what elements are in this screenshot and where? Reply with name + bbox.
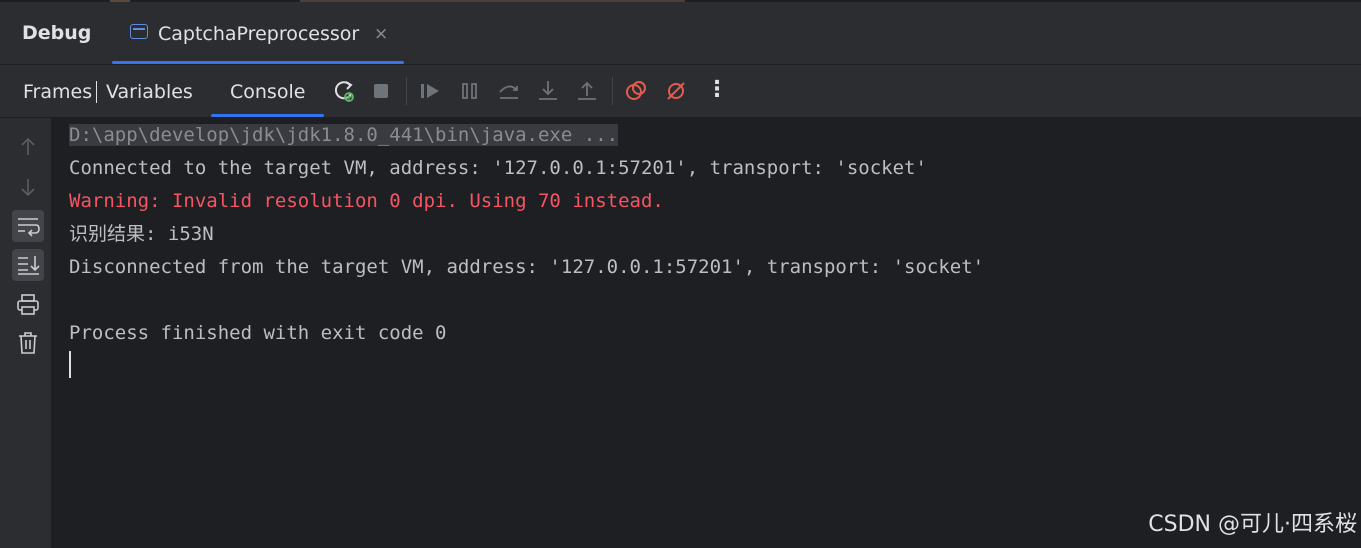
resume-icon[interactable] <box>416 77 444 105</box>
trash-icon[interactable] <box>12 327 44 359</box>
toolbar-separator <box>612 77 613 105</box>
tab-captcha-preprocessor[interactable]: CaptchaPreprocessor × <box>112 2 404 64</box>
scroll-to-end-icon[interactable] <box>12 249 44 281</box>
close-icon[interactable]: × <box>374 24 388 44</box>
tab-label: CaptchaPreprocessor <box>158 23 360 45</box>
step-over-icon[interactable] <box>495 77 523 105</box>
console-gutter <box>0 118 52 548</box>
command-text: D:\app\develop\jdk\jdk1.8.0_441\bin\java… <box>69 124 619 146</box>
arrow-down-icon[interactable] <box>12 171 44 203</box>
console-line-exit: Process finished with exit code 0 <box>69 322 447 344</box>
frames-variables-divider <box>96 81 97 103</box>
more-options-icon[interactable]: ⋮ <box>706 77 728 102</box>
print-icon[interactable] <box>12 289 44 321</box>
toolbar-separator <box>406 77 407 105</box>
tool-window-title: Debug <box>22 22 92 44</box>
console-line: Disconnected from the target VM, address… <box>69 256 985 278</box>
window-icon <box>130 24 148 39</box>
console-line: 识别结果: i53N <box>69 223 214 245</box>
stop-icon[interactable] <box>368 77 396 105</box>
mute-breakpoints-icon[interactable] <box>662 77 690 105</box>
soft-wrap-icon[interactable] <box>12 210 44 242</box>
tab-console[interactable]: Console <box>211 65 324 117</box>
step-out-icon[interactable] <box>573 77 601 105</box>
tool-window-header: Debug CaptchaPreprocessor × <box>0 2 1361 64</box>
tab-variables[interactable]: Variables <box>106 81 193 103</box>
tab-frames[interactable]: Frames <box>23 81 92 103</box>
console-line: Connected to the target VM, address: '12… <box>69 157 927 179</box>
pause-icon[interactable] <box>456 77 484 105</box>
console-line-warning: Warning: Invalid resolution 0 dpi. Using… <box>69 190 664 212</box>
step-into-icon[interactable] <box>534 77 562 105</box>
rerun-icon[interactable] <box>330 77 358 105</box>
text-caret <box>69 351 71 378</box>
view-breakpoints-icon[interactable] <box>622 77 650 105</box>
tab-console-label: Console <box>230 81 306 103</box>
console-line-command: D:\app\develop\jdk\jdk1.8.0_441\bin\java… <box>69 119 619 152</box>
arrow-up-icon[interactable] <box>12 131 44 163</box>
watermark: CSDN @可儿·四系桜 <box>1148 512 1357 537</box>
debug-toolbar: Frames Variables Console ⋮ <box>0 65 1361 117</box>
console-output[interactable]: D:\app\develop\jdk\jdk1.8.0_441\bin\java… <box>52 118 1361 548</box>
